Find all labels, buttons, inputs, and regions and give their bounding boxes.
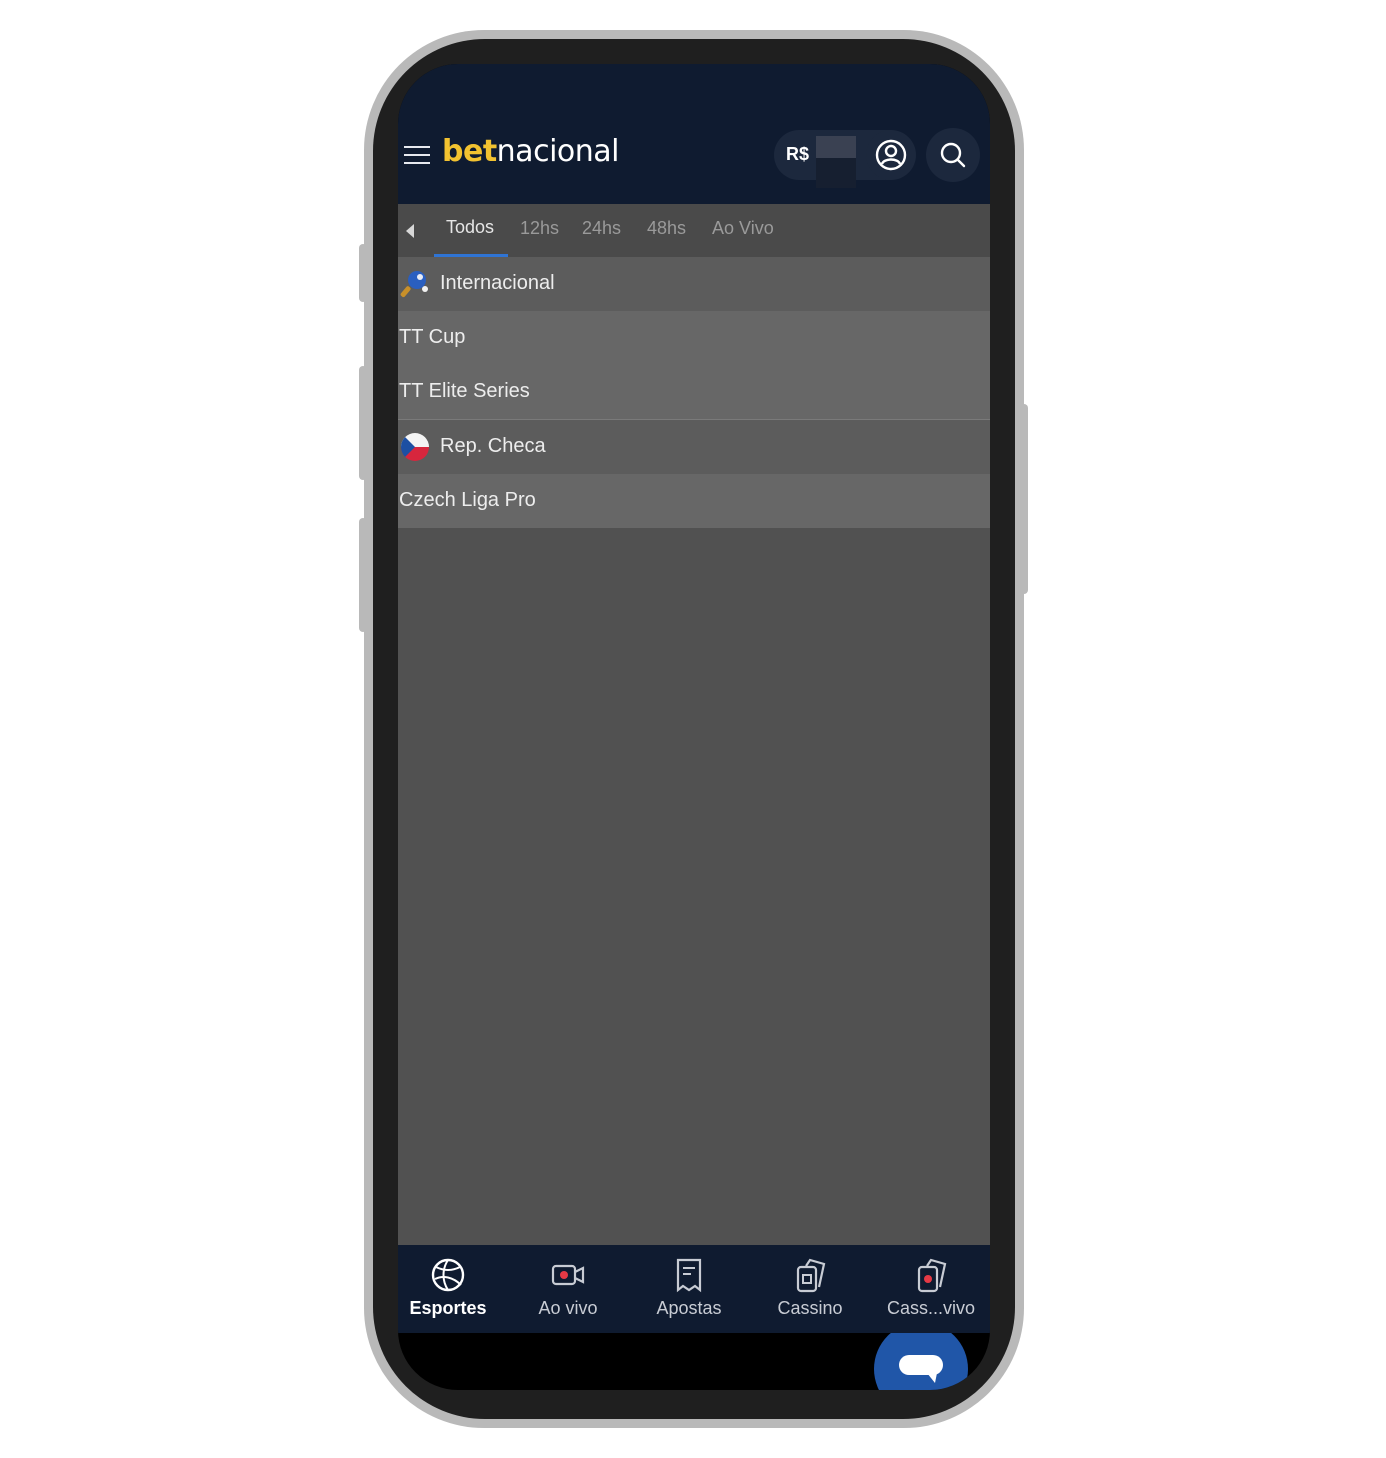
logo-bet-text: bet: [442, 134, 497, 169]
nav-label: Cass...vivo: [886, 1298, 976, 1318]
nav-label: Ao vivo: [538, 1298, 598, 1318]
nav-cassino[interactable]: Cassino: [751, 1245, 869, 1333]
czech-flag-icon: [401, 433, 429, 461]
logo-nacional-text: nacional: [496, 134, 620, 169]
phone-side-button-volume-down: [359, 518, 367, 632]
bottom-navigation: Esportes Ao vivo Apostas Cassino Cass...…: [398, 1245, 990, 1333]
live-casino-icon: [917, 1258, 947, 1293]
casino-cards-icon: [796, 1258, 826, 1293]
nav-ao-vivo[interactable]: Ao vivo: [509, 1245, 627, 1333]
receipt-icon: [676, 1258, 702, 1293]
list-item-label: TT Cup: [399, 326, 466, 348]
time-filter-tabs: Todos 12hs 24hs 48hs Ao Vivo: [398, 204, 990, 257]
tab-todos[interactable]: Todos: [446, 217, 494, 238]
list-item-country[interactable]: Internacional: [398, 257, 990, 311]
nav-label: Esportes: [409, 1298, 487, 1318]
menu-icon[interactable]: [404, 146, 430, 164]
balance-hidden-value-top: [816, 136, 856, 158]
phone-side-button-mute: [359, 244, 367, 302]
ball-icon: [431, 1258, 465, 1292]
list-item-country[interactable]: Rep. Checa: [398, 420, 990, 474]
nav-label: Cassino: [777, 1298, 843, 1318]
list-item-label: Rep. Checa: [440, 435, 546, 457]
phone-screen: betnacional R$ Todos 12hs 24hs 48hs Ao V: [398, 64, 990, 1390]
nav-label: Apostas: [656, 1298, 722, 1318]
user-icon: [875, 139, 907, 171]
list-item-label: TT Elite Series: [399, 380, 530, 402]
brand-logo[interactable]: betnacional: [442, 130, 620, 174]
nav-apostas[interactable]: Apostas: [630, 1245, 748, 1333]
user-account-button[interactable]: [866, 130, 916, 180]
top-bar: betnacional R$: [398, 64, 990, 204]
chat-bubble-icon: [899, 1355, 943, 1383]
list-item-league[interactable]: Czech Liga Pro: [398, 474, 990, 528]
list-item-label: Internacional: [440, 272, 555, 294]
phone-side-button-power: [1020, 404, 1028, 594]
back-arrow-icon[interactable]: [406, 224, 414, 238]
nav-cassino-ao-vivo[interactable]: Cass...vivo: [872, 1245, 990, 1333]
table-tennis-icon: [400, 271, 428, 298]
search-icon: [940, 142, 966, 168]
tab-48hs[interactable]: 48hs: [647, 218, 686, 239]
phone-side-button-volume-up: [359, 366, 367, 480]
competition-list: Internacional TT Cup TT Elite Series Rep…: [398, 257, 990, 1390]
live-video-icon: [551, 1264, 585, 1286]
list-item-league[interactable]: TT Elite Series: [398, 365, 990, 419]
list-item-label: Czech Liga Pro: [399, 489, 536, 511]
search-button[interactable]: [926, 128, 980, 182]
currency-label: R$: [786, 144, 810, 164]
list-item-league[interactable]: TT Cup: [398, 311, 990, 365]
tab-24hs[interactable]: 24hs: [582, 218, 621, 239]
tab-ao-vivo[interactable]: Ao Vivo: [712, 218, 774, 239]
tab-12hs[interactable]: 12hs: [520, 218, 559, 239]
nav-esportes[interactable]: Esportes: [398, 1245, 507, 1333]
